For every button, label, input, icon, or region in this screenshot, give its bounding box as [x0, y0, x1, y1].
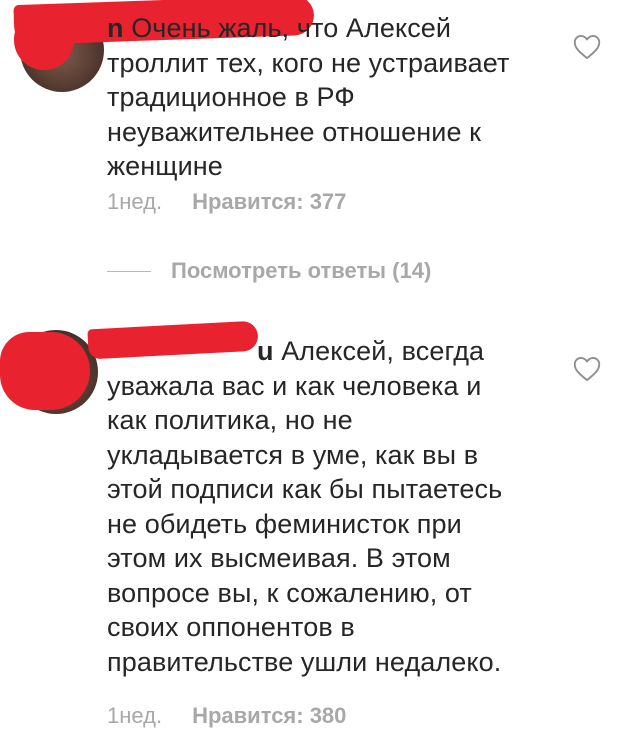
redaction-mark: [0, 332, 90, 410]
comment-time[interactable]: 1нед.: [107, 703, 162, 728]
heart-outline-icon[interactable]: [573, 34, 601, 60]
replies-divider: [107, 270, 151, 272]
comment-time[interactable]: 1нед.: [107, 189, 162, 214]
comment-meta: 1нед. Нравится: 380: [107, 703, 346, 729]
comment-text: Алексей, всегда уважала вас и как челове…: [107, 336, 503, 677]
comment-meta: 1нед. Нравится: 377: [107, 189, 346, 215]
comment-likes[interactable]: Нравится: 377: [192, 189, 346, 214]
comment-body: n Очень жаль, что Алексей троллит тех, к…: [107, 11, 527, 184]
comment-body: u Алексей, всегда уважала вас и как чело…: [107, 334, 527, 679]
comment-username[interactable]: n: [107, 13, 124, 43]
view-replies-label: Посмотреть ответы (14): [171, 258, 432, 283]
heart-outline-icon[interactable]: [573, 356, 601, 382]
view-replies-button[interactable]: Посмотреть ответы (14): [107, 258, 431, 284]
comment-text: Очень жаль, что Алексей троллит тех, ког…: [107, 13, 510, 181]
comment-username[interactable]: u: [257, 336, 274, 366]
comment-likes[interactable]: Нравится: 380: [192, 703, 346, 728]
